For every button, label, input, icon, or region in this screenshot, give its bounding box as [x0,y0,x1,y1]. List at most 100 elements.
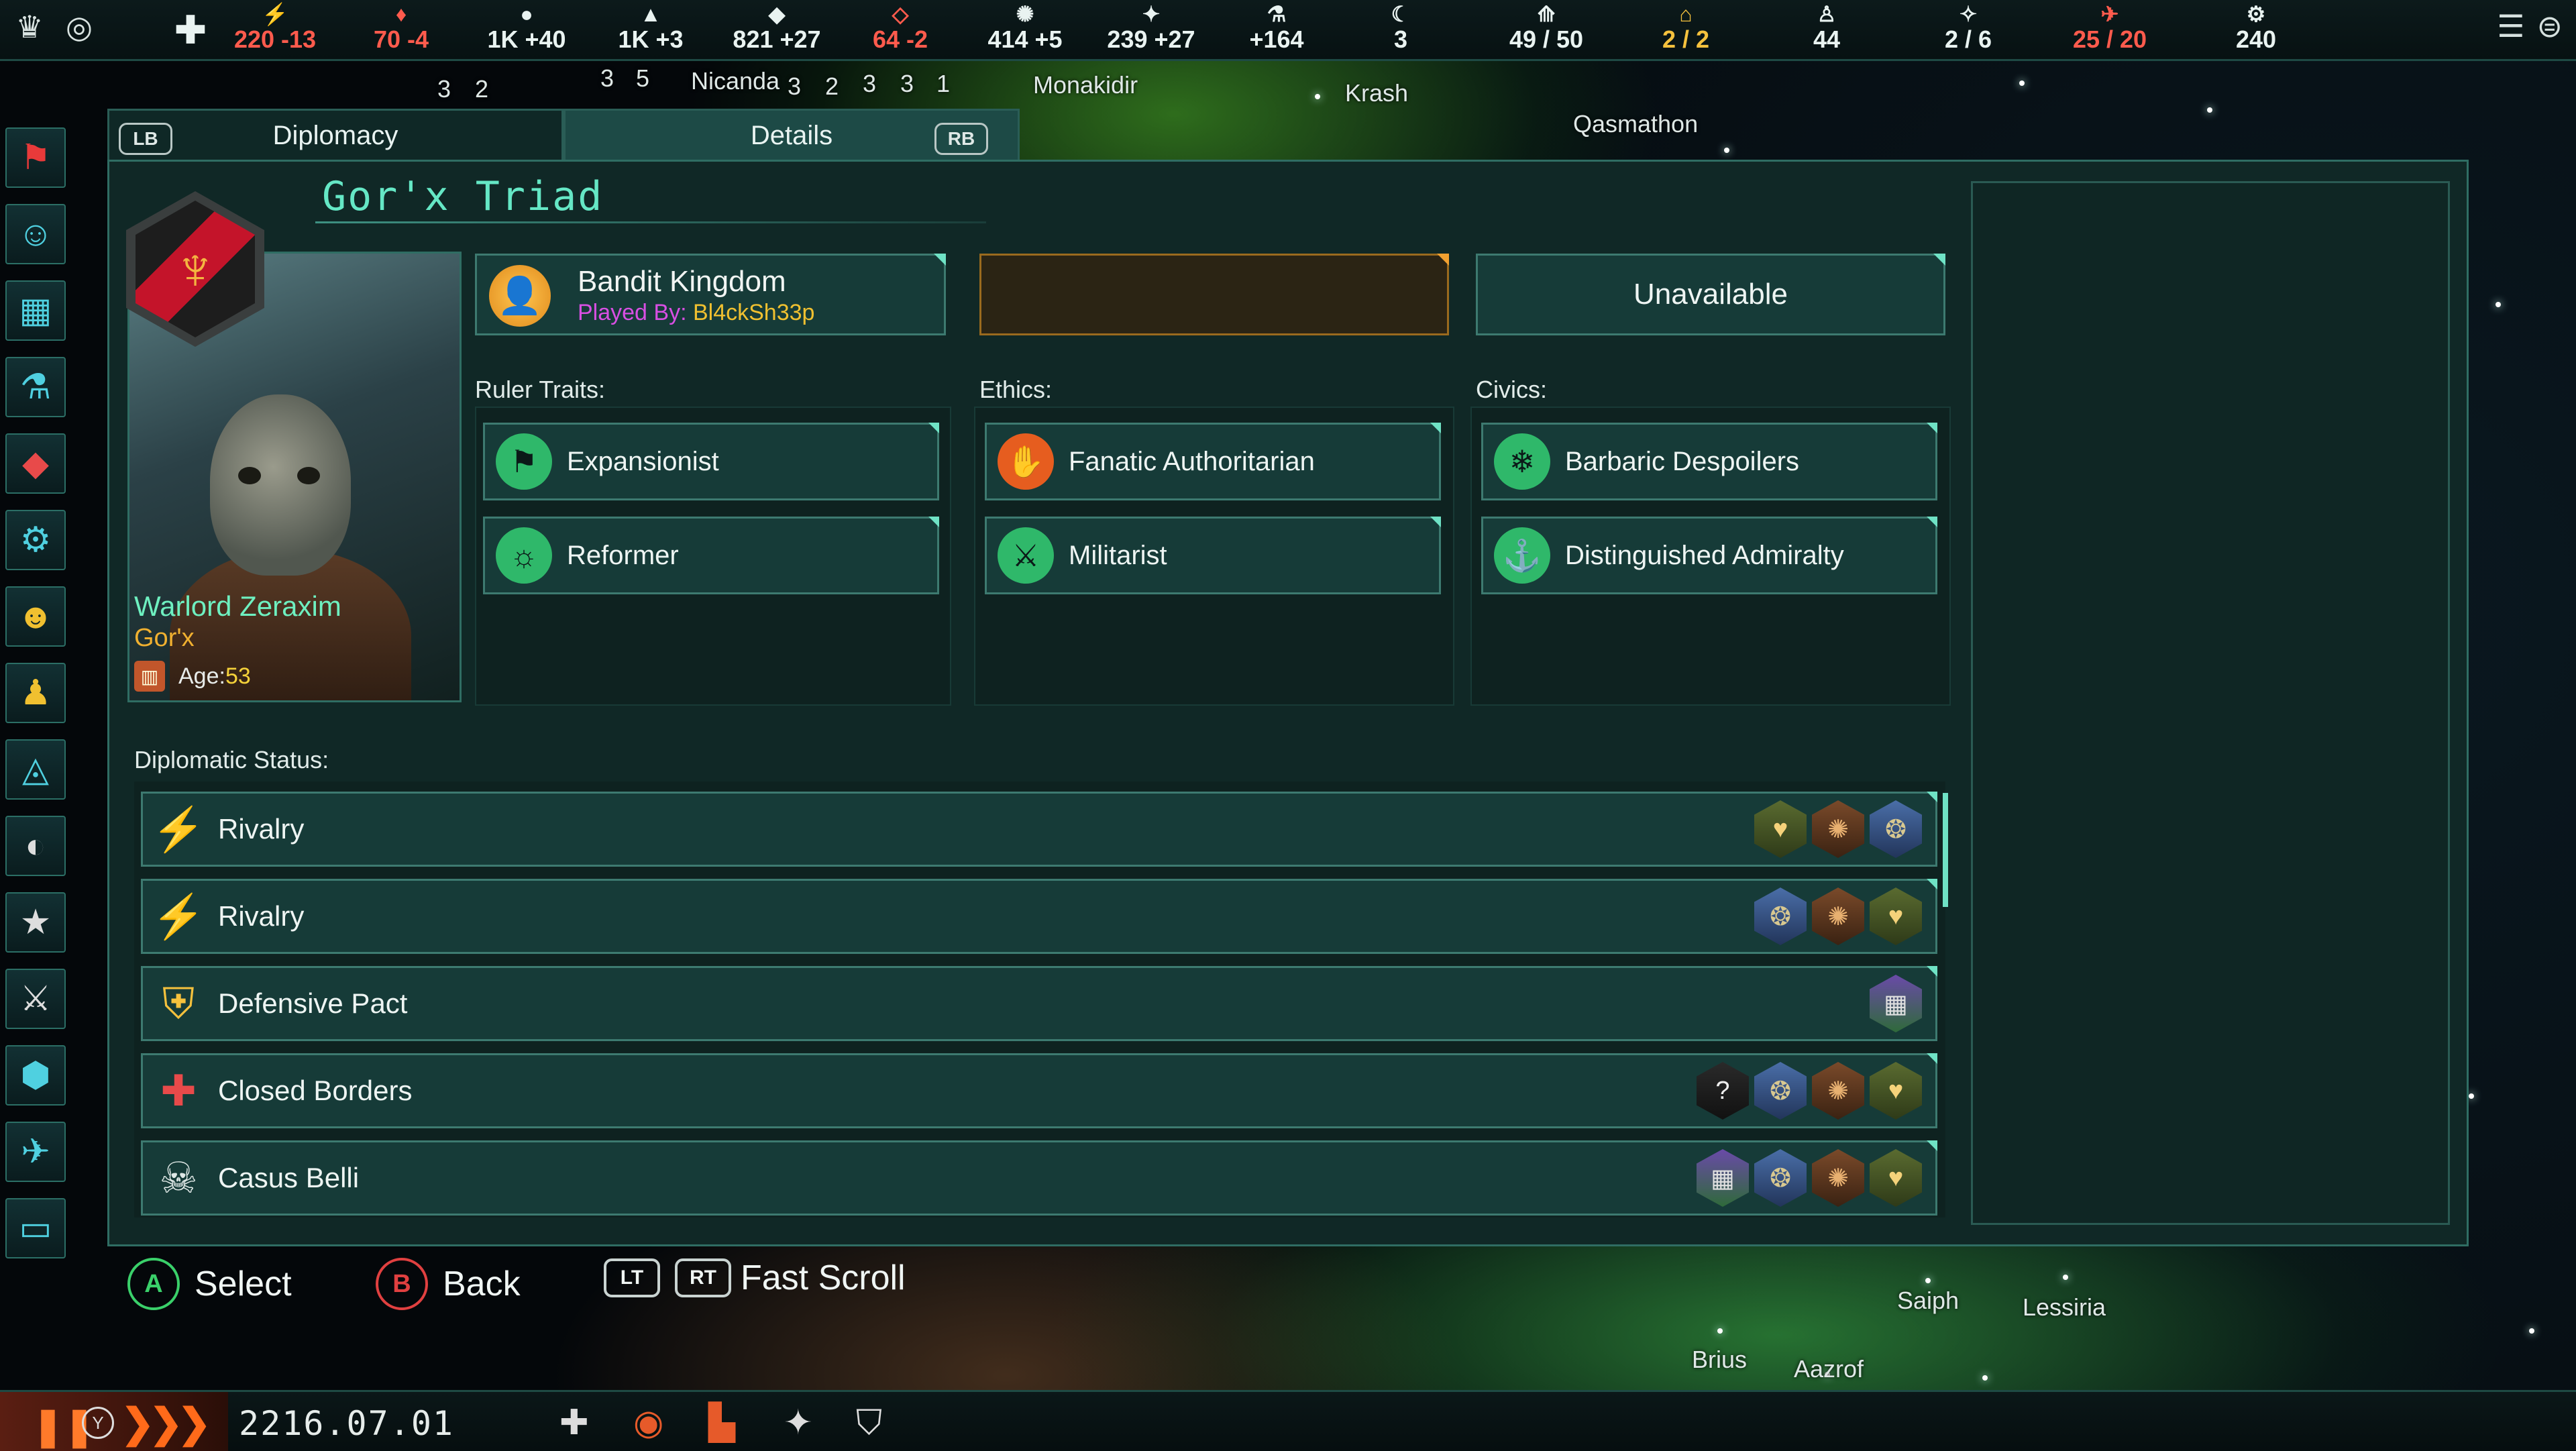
resource-influence[interactable]: ✺ 414 +5 [987,3,1062,54]
casus-belli-icon: ☠ [159,1153,198,1202]
galactic-community-icon[interactable]: ◬ [5,739,66,800]
resource-fleet[interactable]: ✈ 25 / 20 [2073,3,2147,54]
resource-envoys[interactable]: ☾ 3 [1391,3,1411,54]
policies-icon[interactable]: ⚙ [5,510,66,570]
resource-edicts[interactable]: ⌂ 2 / 2 [1662,3,1709,54]
civics-item-despoilers[interactable]: ❄ Barbaric Despoilers [1481,423,1937,500]
traditions-icon[interactable]: ◆ [5,433,66,494]
ruler-name: Warlord Zeraxim [134,590,341,622]
intel-icon[interactable]: ⬢ [5,1045,66,1106]
back-hint[interactable]: B Back [376,1258,521,1310]
fleet-notification-icon[interactable]: ✦ [784,1403,813,1443]
resource-pops[interactable]: ♙ 44 [1813,3,1840,54]
map-label-aazrof[interactable]: Aazrof [1794,1355,1864,1383]
diplomatic-status-row[interactable]: ✚ Closed Borders? ❂ ✺ ♥ [141,1053,1937,1128]
species-icon[interactable]: ☺ [5,204,66,264]
map-fleet-count: 2 [825,72,839,100]
options-icon[interactable]: ⊜ [2536,8,2563,44]
empire-emblem-gold-icon[interactable]: ♥ [1870,1149,1922,1207]
civics-item-admiralty[interactable]: ⚓ Distinguished Admiralty [1481,517,1937,594]
notification-eye-icon[interactable]: ◉ [633,1403,663,1443]
military-icon[interactable]: ⚔ [5,969,66,1029]
tab-details[interactable]: Details RB [564,109,1020,161]
resource-alloys[interactable]: ◆ 821 +27 [733,3,820,54]
empire-emblem-purple-icon[interactable]: ▦ [1697,1149,1749,1207]
map-label-krash[interactable]: Krash [1345,79,1408,107]
availability-box[interactable]: Unavailable [1476,254,1945,335]
ruler-traits-item-reformer[interactable]: ☼ Reformer [483,517,939,594]
ethics-item-authoritarian[interactable]: ✋ Fanatic Authoritarian [985,423,1441,500]
empire-emblem-bronze-icon[interactable]: ✺ [1812,888,1864,945]
empire-emblem-gold-icon[interactable]: ♥ [1754,800,1807,858]
empire-emblem-gold-icon[interactable]: ♥ [1870,888,1922,945]
empire-emblem-gold-icon[interactable]: ♥ [1870,1062,1922,1120]
resource-energy[interactable]: ⚡ 220 -13 [234,3,316,54]
energy-icon: ⚡ [262,2,288,26]
resource-strategic-resource[interactable]: ◇ 64 -2 [873,3,928,54]
tab-diplomacy[interactable]: LB Diplomacy [107,109,564,161]
envoys-icon: ☾ [1391,2,1411,26]
resource-minerals[interactable]: ♦ 70 -4 [374,3,429,54]
empire-emblem-blue-icon[interactable]: ❂ [1870,800,1922,858]
related-empires: ▦ ❂ ✺ ♥ [1697,1149,1922,1207]
diplomatic-status-row[interactable]: ⛨ Defensive Pact ▦ [141,966,1937,1041]
empire-emblem-purple-icon[interactable]: ▦ [1870,975,1922,1032]
fleet-manager-icon[interactable]: ✈ [5,1122,66,1182]
resource-research[interactable]: ⚗ +164 [1249,3,1303,54]
ethics-item-militarist[interactable]: ⚔ Militarist [985,517,1441,594]
edicts-icon: ⌂ [1679,2,1693,26]
diplomatic-list-scrollbar[interactable] [1943,793,1948,907]
crown-icon[interactable]: ♛ [11,8,48,46]
resource-starbase[interactable]: ✧ 2 / 6 [1945,3,1992,54]
resource-empire-size[interactable]: ⟰ 49 / 50 [1509,3,1583,54]
map-label-lessiria[interactable]: Lessiria [2023,1293,2106,1322]
time-control[interactable]: ❚❚ Y ❯❯❯ [0,1392,228,1451]
age-value: 53 [225,663,251,689]
empire-emblem-blue-icon[interactable]: ❂ [1754,1149,1807,1207]
planets-icon[interactable]: ▦ [5,280,66,341]
select-hint[interactable]: A Select [127,1258,292,1310]
ruler-species: Gor'x [134,624,195,652]
factions-icon[interactable]: ☻ [5,586,66,647]
empire-emblem-bronze-icon[interactable]: ✺ [1812,1149,1864,1207]
chat-icon[interactable]: ▭ [5,1198,66,1258]
leaders-icon[interactable]: ♟ [5,663,66,723]
government-box[interactable]: 👤 Bandit Kingdom Played By: Bl4ckSh33p [475,254,946,335]
diplomatic-status-label: Rivalry [218,900,305,932]
ruler-traits-item-expansionist[interactable]: ⚑ Expansionist [483,423,939,500]
empire-emblem-bronze-icon[interactable]: ✺ [1812,1062,1864,1120]
played-by-label: Played By: [578,300,687,325]
resource-naval[interactable]: ⚙ 240 [2236,3,2276,54]
government-icon[interactable]: ⚑ [5,127,66,188]
fast-scroll-hint[interactable]: LT RT Fast Scroll [604,1258,906,1298]
militarist-icon: ⚔ [998,527,1054,584]
hamburger-menu-icon[interactable]: ☰ [2497,8,2524,44]
map-fleet-count: 2 [475,75,489,103]
player-avatar-icon: 👤 [489,265,551,327]
select-label: Select [195,1265,292,1303]
map-label-nicanda[interactable]: Nicanda [691,67,780,95]
menu-circle-icon[interactable]: ◎ [60,8,98,46]
situation-log-icon[interactable]: ★ [5,892,66,953]
empire-emblem-blue-icon[interactable]: ❂ [1754,888,1807,945]
game-speed-icon[interactable]: ❯❯❯ [121,1400,211,1447]
outliner-icon[interactable]: ◐ [5,816,66,876]
map-label-qasmathon[interactable]: Qasmathon [1573,110,1698,138]
resource-consumer-goods[interactable]: ▲ 1K +3 [618,3,683,54]
resource-food[interactable]: ● 1K +40 [487,3,566,54]
diplomatic-status-list[interactable]: ⚡ Rivalry ♥ ✺ ❂ ⚡ Rivalry ❂ ✺ ♥ ⛨ Defensive Pact ▦ ✚ C… [134,782,1945,1218]
economy-icon[interactable]: ▙ [708,1403,735,1443]
map-label-saiph[interactable]: Saiph [1897,1287,1959,1315]
diplomatic-status-row[interactable]: ⚡ Rivalry ❂ ✺ ♥ [141,879,1937,954]
technology-icon[interactable]: ⚗ [5,357,66,417]
map-label-monakidir[interactable]: Monakidir [1033,71,1138,99]
empire-emblem-blue-icon[interactable]: ❂ [1754,1062,1807,1120]
diplomatic-status-row[interactable]: ☠ Casus Belli ▦ ❂ ✺ ♥ [141,1140,1937,1216]
map-label-brius[interactable]: Brius [1692,1346,1747,1374]
diplomatic-status-row[interactable]: ⚡ Rivalry ♥ ✺ ❂ [141,792,1937,867]
diplomacy-notification-icon[interactable]: ⛉ [856,1403,882,1444]
resource-unity[interactable]: ✦ 239 +27 [1107,3,1195,54]
empire-emblem-bronze-icon[interactable]: ✺ [1812,800,1864,858]
empty-status-box[interactable] [979,254,1449,335]
unknown-empire-icon[interactable]: ? [1697,1062,1749,1120]
